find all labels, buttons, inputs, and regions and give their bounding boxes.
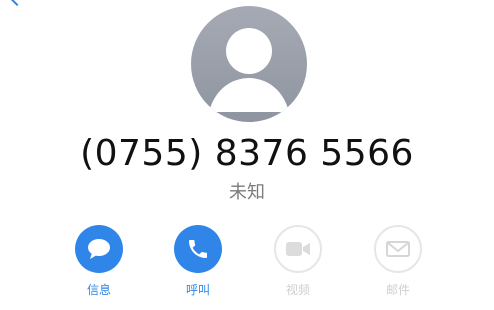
message-bubble-icon xyxy=(88,239,110,259)
call-button[interactable]: 呼叫 xyxy=(168,225,228,305)
message-button[interactable]: 信息 xyxy=(69,225,129,305)
back-button-fragment[interactable] xyxy=(6,0,126,6)
video-button-label: 视频 xyxy=(285,283,310,297)
message-button-circle[interactable] xyxy=(75,225,123,273)
mail-button-label: 邮件 xyxy=(385,283,410,297)
phone-number: (0755) 8376 5566 xyxy=(80,133,414,174)
call-button-circle[interactable] xyxy=(174,225,222,273)
number-label: 未知 xyxy=(229,182,265,203)
contact-avatar xyxy=(191,6,307,122)
phone-icon xyxy=(189,240,207,258)
person-silhouette-icon xyxy=(209,28,289,112)
chevron-left-icon xyxy=(9,0,25,6)
mail-button[interactable]: 邮件 xyxy=(368,225,428,305)
envelope-icon xyxy=(386,241,410,257)
video-button[interactable]: 视频 xyxy=(268,225,328,305)
video-button-circle[interactable] xyxy=(274,225,322,273)
call-button-label: 呼叫 xyxy=(185,283,210,297)
video-camera-icon xyxy=(286,242,310,256)
message-button-label: 信息 xyxy=(86,283,111,297)
mail-button-circle[interactable] xyxy=(374,225,422,273)
action-bar: 信息 呼叫 视频 邮件 xyxy=(0,225,494,305)
